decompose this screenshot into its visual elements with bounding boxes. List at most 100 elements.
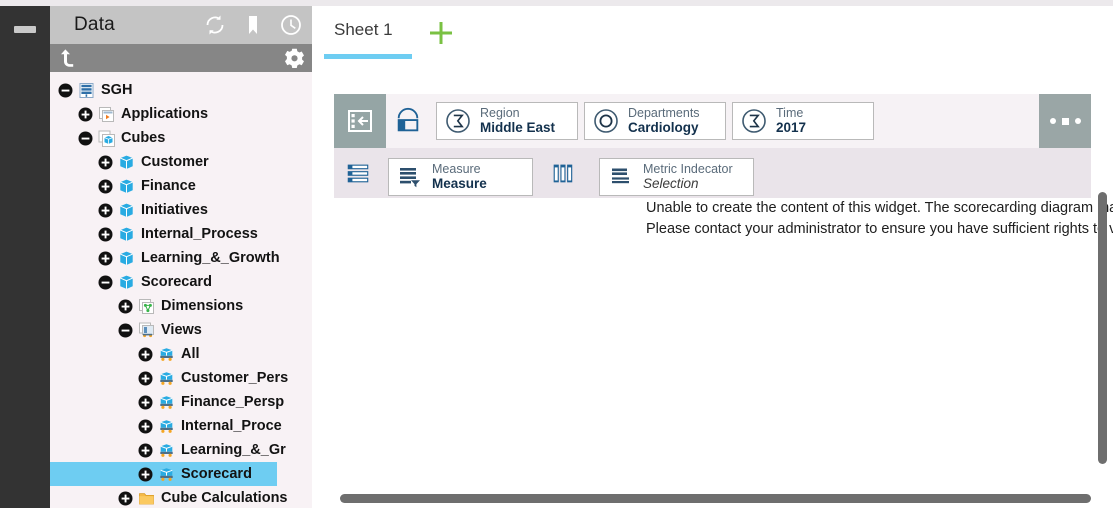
- applications-icon: [98, 106, 115, 123]
- tree-item-initiatives[interactable]: Initiatives: [50, 198, 277, 222]
- widget-icon[interactable]: [386, 94, 430, 148]
- tree-item-learning-gr[interactable]: Learning_&_Gr: [50, 438, 286, 462]
- dot-2: [1061, 117, 1069, 125]
- chip-selected-value: Selection: [643, 176, 699, 192]
- dot-1: [1049, 118, 1056, 124]
- expand-toggle-icon[interactable]: [98, 203, 113, 218]
- horizontal-scrollbar[interactable]: [340, 494, 1091, 503]
- expand-toggle-icon[interactable]: [118, 491, 133, 506]
- tree-item-sgh[interactable]: SGH: [50, 78, 277, 102]
- tree-item-cubes[interactable]: Cubes: [50, 126, 277, 150]
- tree-item-label: Internal_Proce: [181, 417, 282, 434]
- chip-selected-value: 2017: [776, 120, 807, 136]
- gear-icon[interactable]: [283, 47, 306, 70]
- list-icon: [608, 164, 634, 190]
- rows-icon[interactable]: [334, 159, 382, 187]
- refresh-icon[interactable]: [202, 12, 228, 38]
- cube-icon: [118, 226, 135, 243]
- collapse-toggle-icon[interactable]: [98, 275, 113, 290]
- measure-filter-icon: [397, 164, 423, 190]
- tree-item-label: Customer_Pers: [181, 369, 289, 386]
- tree-item-views[interactable]: Views: [50, 318, 277, 342]
- navigate-up-icon[interactable]: [58, 47, 80, 69]
- data-panel-subbar: [50, 44, 312, 72]
- expand-toggle-icon[interactable]: [138, 371, 153, 386]
- tree-item-label: Finance: [141, 177, 196, 194]
- collapse-toggle-icon[interactable]: [78, 131, 93, 146]
- expand-toggle-icon[interactable]: [118, 299, 133, 314]
- tree-item-customer[interactable]: Customer: [50, 150, 277, 174]
- expand-toggle-icon[interactable]: [138, 395, 153, 410]
- view-icon: [158, 370, 175, 387]
- expand-toggle-icon[interactable]: [138, 467, 153, 482]
- tree-item-applications[interactable]: Applications: [50, 102, 277, 126]
- tree-item-internal-proce[interactable]: Internal_Proce: [50, 414, 282, 438]
- collapse-toggle-icon[interactable]: [118, 323, 133, 338]
- scorecard-widget-toolbar: Region Middle East Departments Cardiology Ti…: [334, 94, 1091, 198]
- sheet-tab-bar: Sheet 1: [312, 6, 1113, 68]
- tree-item-customer-pers[interactable]: Customer_Pers: [50, 366, 288, 390]
- circle-icon: [593, 108, 619, 134]
- bookmark-icon[interactable]: [240, 12, 266, 38]
- expand-toggle-icon[interactable]: [98, 179, 113, 194]
- expand-toggle-icon[interactable]: [98, 251, 113, 266]
- cubes-icon: [98, 130, 115, 147]
- tree-item-dimensions[interactable]: Dimensions: [50, 294, 277, 318]
- data-panel-title: Data: [74, 14, 115, 35]
- chip-selected-value: Cardiology: [628, 120, 699, 136]
- expand-toggle-icon[interactable]: [78, 107, 93, 122]
- collapse-toggle-icon[interactable]: [58, 83, 73, 98]
- tree-item-label: Dimensions: [161, 297, 244, 314]
- tree-item-scorecard[interactable]: Scorecard: [50, 270, 277, 294]
- expand-toggle-icon[interactable]: [138, 347, 153, 362]
- more-options-icon[interactable]: [1039, 94, 1091, 148]
- sum-icon: [741, 108, 767, 134]
- tree-item-label: Finance_Persp: [181, 393, 285, 410]
- tree-item-cube-calculations[interactable]: Cube Calculations: [50, 486, 288, 508]
- cube-icon: [118, 250, 135, 267]
- tab-sheet-1[interactable]: Sheet 1: [334, 20, 393, 50]
- tree-item-finance-persp[interactable]: Finance_Persp: [50, 390, 284, 414]
- view-icon: [158, 466, 175, 483]
- folder-icon: [138, 490, 155, 507]
- sum-icon: [445, 108, 471, 134]
- tree-item-label: Scorecard: [181, 465, 252, 482]
- error-line-2: Please contact your administrator to ens…: [646, 221, 1113, 237]
- widget-toolbar-row-2: Measure Measure Metric Indecator Selection: [334, 148, 1091, 198]
- hamburger-icon[interactable]: [14, 26, 36, 33]
- expand-toggle-icon[interactable]: [98, 227, 113, 242]
- tree-item-label: Customer: [141, 153, 209, 170]
- filter-chip-measure[interactable]: Measure Measure: [388, 158, 533, 196]
- tree-item-label: All: [181, 345, 200, 362]
- expand-toggle-icon[interactable]: [138, 443, 153, 458]
- tree-item-all[interactable]: All: [50, 342, 277, 366]
- main-content: Sheet 1 Region Middle East Departments C…: [312, 6, 1113, 508]
- plus-icon[interactable]: [424, 16, 458, 50]
- tree-item-learning-growth[interactable]: Learning_&_Growth: [50, 246, 280, 270]
- filter-chip-departments[interactable]: Departments Cardiology: [584, 102, 726, 140]
- tree-item-label: Initiatives: [141, 201, 208, 218]
- vertical-scrollbar[interactable]: [1098, 192, 1107, 464]
- data-panel-header: Data: [50, 6, 312, 44]
- tree-item-label: Applications: [121, 105, 209, 122]
- filter-chip-region[interactable]: Region Middle East: [436, 102, 578, 140]
- expand-toggle-icon[interactable]: [98, 155, 113, 170]
- error-line-1: Unable to create the content of this wid…: [646, 200, 1113, 216]
- tree-item-internal-process[interactable]: Internal_Process: [50, 222, 277, 246]
- server-icon: [78, 82, 95, 99]
- history-clock-icon[interactable]: [278, 12, 304, 38]
- widget-error-message: Unable to create the content of this wid…: [646, 198, 1113, 240]
- expand-toggle-icon[interactable]: [138, 419, 153, 434]
- chip-dimension-label: Metric Indecator: [643, 162, 733, 177]
- data-panel: Data SGH Applications Cubes Customer Fin…: [50, 6, 312, 508]
- tree-item-scorecard[interactable]: Scorecard: [50, 462, 277, 486]
- tree-item-finance[interactable]: Finance: [50, 174, 277, 198]
- chip-selected-value: Measure: [432, 176, 487, 192]
- chip-selected-value: Middle East: [480, 120, 556, 136]
- cube-icon: [118, 202, 135, 219]
- dimensions-icon: [138, 298, 155, 315]
- filter-chip-metric-indecator[interactable]: Metric Indecator Selection: [599, 158, 754, 196]
- filter-chip-time[interactable]: Time 2017: [732, 102, 874, 140]
- columns-icon[interactable]: [533, 159, 593, 187]
- collapse-panel-icon[interactable]: [334, 94, 386, 148]
